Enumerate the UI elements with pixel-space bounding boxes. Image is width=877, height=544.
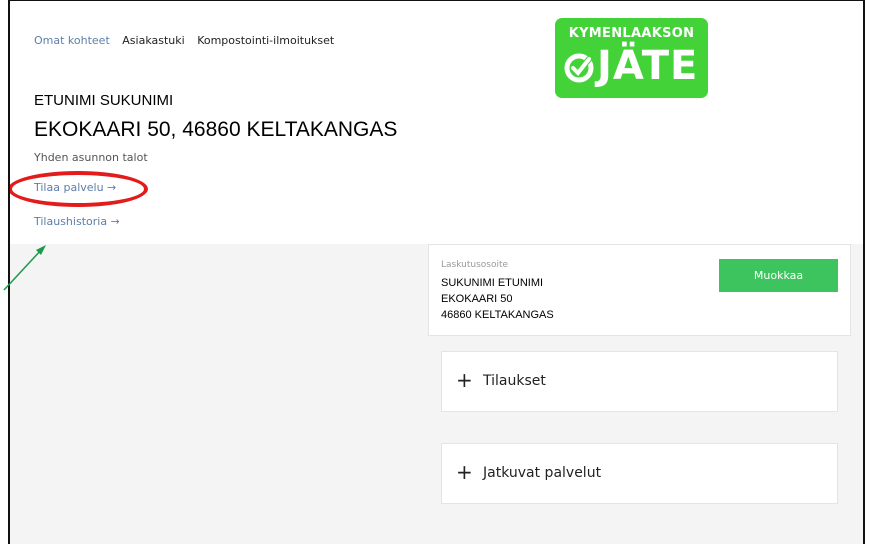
plus-icon: + (456, 368, 473, 392)
edit-billing-button[interactable]: Muokkaa (719, 259, 838, 292)
logo-text-top: KYMENLAAKSON (568, 26, 695, 41)
orders-panel-label: Tilaukset (483, 373, 546, 389)
top-nav: Omat kohteet Asiakastuki Kompostointi-il… (34, 34, 343, 47)
orders-panel[interactable]: + Tilaukset (441, 351, 838, 412)
app-window: Omat kohteet Asiakastuki Kompostointi-il… (8, 0, 865, 544)
property-address: EKOKAARI 50, 46860 KELTAKANGAS (34, 118, 398, 141)
header-section: Omat kohteet Asiakastuki Kompostointi-il… (10, 1, 863, 244)
nav-asiakastuki[interactable]: Asiakastuki (122, 34, 184, 47)
continuous-services-label: Jatkuvat palvelut (483, 465, 602, 481)
property-type: Yhden asunnon talot (34, 151, 148, 164)
logo-text-main: JÄTE (597, 43, 699, 89)
billing-name: SUKUNIMI ETUNIMI (441, 277, 544, 289)
owner-name: ETUNIMI SUKUNIMI (34, 92, 174, 109)
billing-label: Laskutusosoite (441, 260, 509, 270)
kymenlaakson-jate-logo: KYMENLAAKSON JÄTE (555, 18, 708, 98)
nav-omat-kohteet[interactable]: Omat kohteet (34, 34, 110, 47)
billing-address-card: Laskutusosoite SUKUNIMI ETUNIMI EKOKAARI… (428, 244, 851, 336)
annotation-red-circle (10, 171, 148, 207)
order-history-link[interactable]: Tilaushistoria → (34, 215, 120, 228)
continuous-services-panel[interactable]: + Jatkuvat palvelut (441, 443, 838, 504)
plus-icon: + (456, 460, 473, 484)
annotation-green-arrow-icon (3, 245, 46, 291)
nav-kompostointi-ilmoitukset[interactable]: Kompostointi-ilmoitukset (197, 34, 334, 47)
billing-city: 46860 KELTAKANGAS (441, 309, 554, 321)
logo-check-icon (564, 53, 594, 83)
billing-street: EKOKAARI 50 (441, 293, 513, 305)
